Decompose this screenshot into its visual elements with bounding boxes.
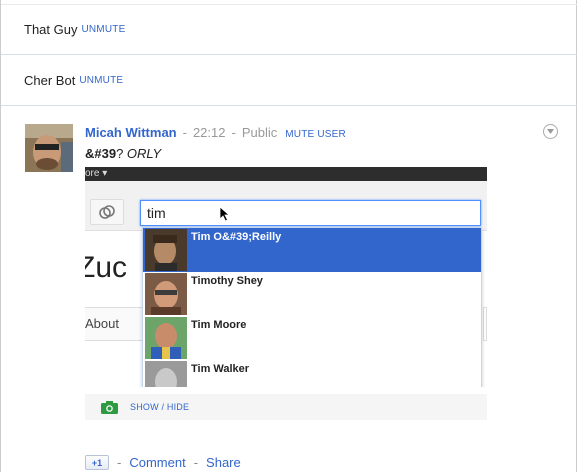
suggestion-name: Timothy Shey: [191, 275, 263, 287]
suggestion-name: Tim Moore: [191, 319, 247, 331]
camera-icon: [101, 400, 118, 414]
mouse-cursor-icon: [219, 206, 231, 222]
post-text-italic: ORLY: [126, 146, 162, 161]
suggestion-item: Timothy Shey: [143, 272, 481, 316]
screenshot-top-bar: ore ▾: [85, 167, 487, 181]
suggestion-name: Tim O&#39;Reilly: [191, 231, 282, 243]
action-separator: -: [193, 455, 199, 470]
stream-post: Micah Wittman - 22:12 - Public MUTE USER…: [1, 107, 577, 472]
suggestion-item: Tim Walker: [143, 360, 481, 387]
muted-author-name: That Guy: [24, 22, 78, 37]
media-toggle-bar: SHOW / HIDE: [85, 394, 487, 420]
muted-author-name: Cher Bot: [24, 72, 76, 88]
suggestion-avatar: [145, 229, 187, 271]
post-body: &#39? ORLY: [85, 146, 161, 161]
muted-post-row: Cher Bot UNMUTE: [1, 55, 577, 106]
post-visibility[interactable]: Public: [242, 125, 277, 140]
circles-icon: [90, 199, 124, 225]
attached-screenshot[interactable]: ore ▾ tim Zuc About Tim O&#39;Reilly Tim…: [85, 167, 487, 387]
suggestion-item: Tim Moore: [143, 316, 481, 360]
stream-frame: That Guy UNMUTE Cher Bot UNMUTE Micah Wi…: [0, 0, 577, 472]
screenshot-suggestion-dropdown: Tim O&#39;Reilly Timothy Shey Tim Moore: [142, 227, 482, 387]
show-hide-link[interactable]: SHOW / HIDE: [130, 402, 189, 412]
visibility-separator: -: [231, 125, 236, 140]
chevron-down-icon: [547, 129, 554, 134]
author-avatar[interactable]: [25, 124, 73, 172]
screenshot-tab-edge: [483, 307, 487, 341]
suggestion-item: Tim O&#39;Reilly: [143, 228, 481, 272]
suggestion-name: Tim Walker: [191, 363, 250, 375]
post-text-plain: ?: [116, 146, 127, 161]
screenshot-about-tab: About: [85, 307, 145, 341]
plus-one-button[interactable]: +1: [85, 455, 109, 470]
author-name-link[interactable]: Micah Wittman: [85, 125, 177, 140]
post-menu-button[interactable]: [543, 124, 558, 139]
screenshot-profile-name: Zuc: [85, 251, 128, 284]
action-separator: -: [117, 455, 122, 470]
share-link[interactable]: Share: [206, 455, 241, 470]
suggestion-avatar: [145, 273, 187, 315]
comment-link[interactable]: Comment: [129, 455, 185, 470]
muted-post-row: That Guy UNMUTE: [1, 4, 577, 55]
post-timestamp-separator: -: [182, 125, 187, 140]
mute-user-button[interactable]: MUTE USER: [285, 129, 346, 140]
suggestion-avatar: [145, 361, 187, 387]
post-timestamp[interactable]: 22:12: [193, 125, 226, 140]
post-actions: +1 - Comment - Share: [85, 455, 241, 470]
unmute-button[interactable]: UNMUTE: [81, 24, 125, 35]
post-header: Micah Wittman - 22:12 - Public MUTE USER: [85, 125, 346, 140]
post-text-bold: &#39: [85, 146, 117, 161]
screenshot-search-input: tim: [140, 200, 481, 226]
unmute-button[interactable]: UNMUTE: [79, 75, 123, 86]
suggestion-avatar: [145, 317, 187, 359]
